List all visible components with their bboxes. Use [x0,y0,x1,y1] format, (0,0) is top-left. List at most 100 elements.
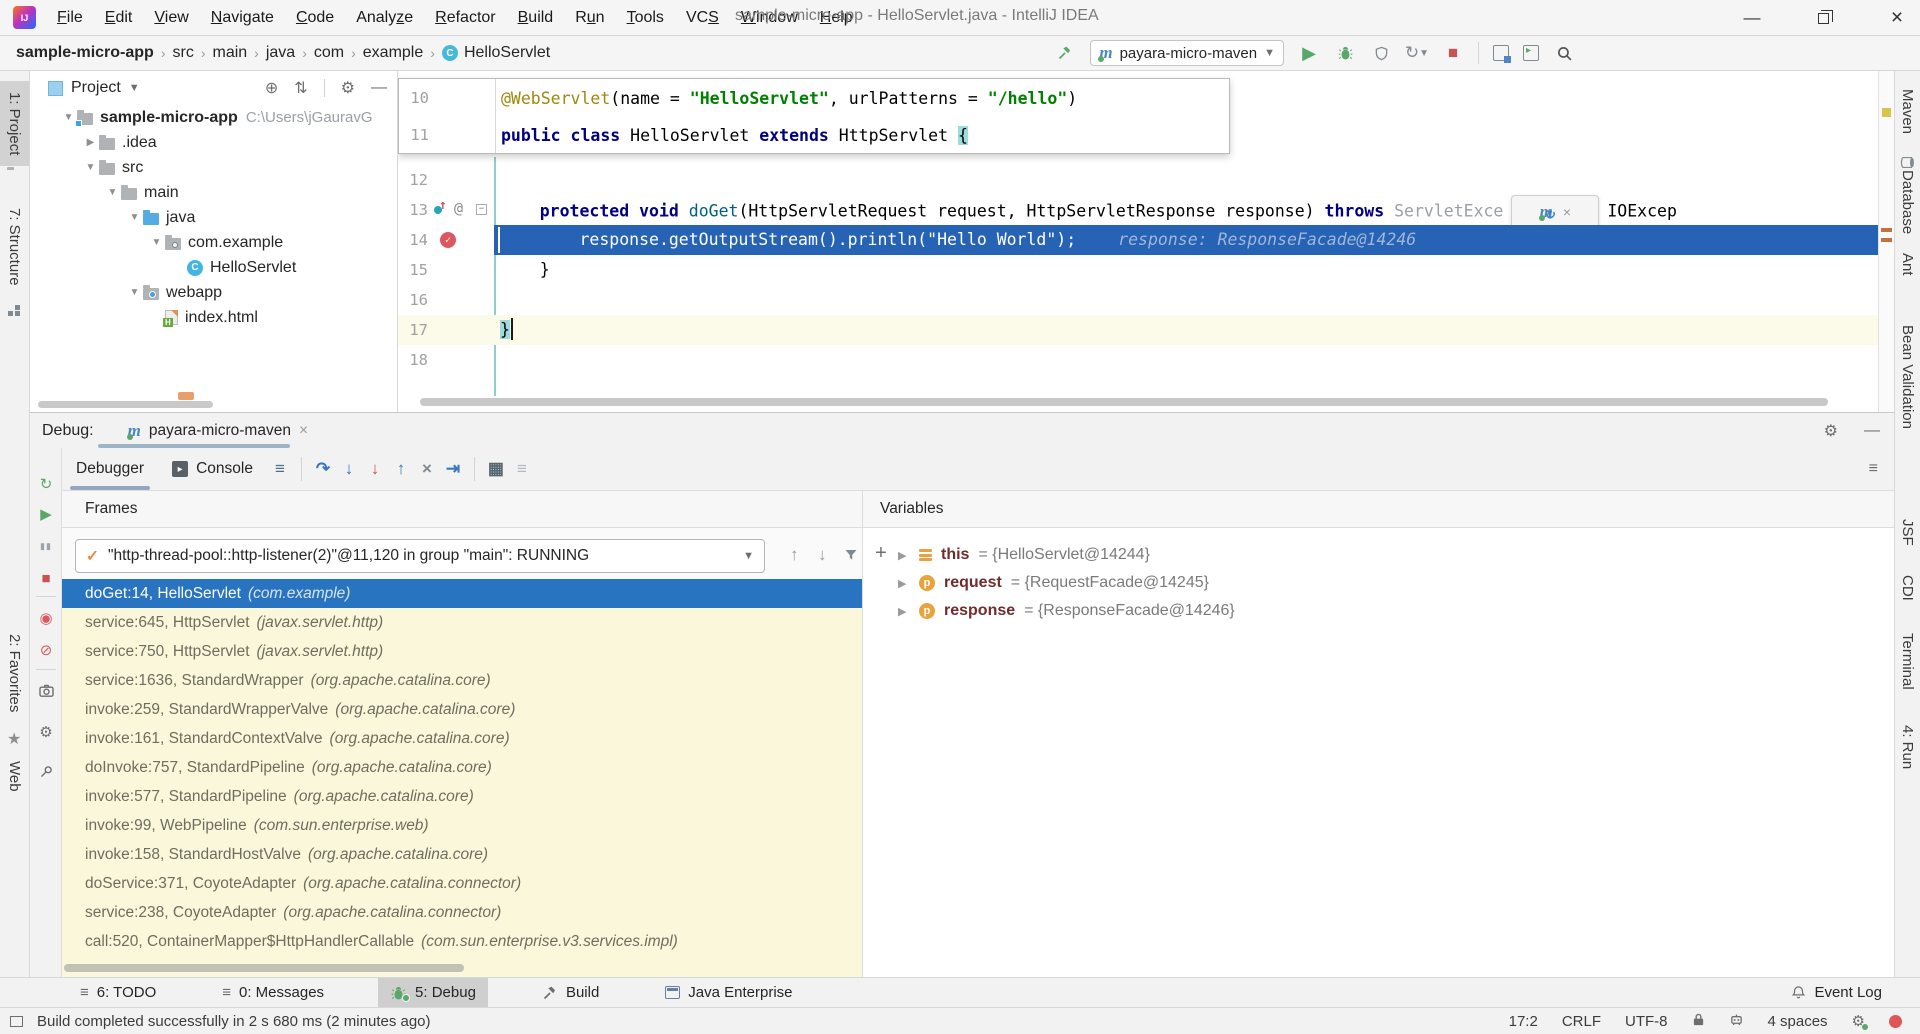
editor-hscrollbar[interactable] [420,398,1828,406]
resume-icon[interactable]: ▶ [30,501,62,527]
locate-icon[interactable]: ⊕ [265,78,278,98]
code-line-15[interactable]: 15 } [398,255,1878,285]
force-step-into-icon[interactable]: ↓ [362,459,388,479]
run-config-select[interactable]: mpayara-micro-maven▼ [1090,40,1284,66]
stripe-tab-cdi[interactable]: CDI [1895,569,1920,607]
maven-reload-icon[interactable]: m [1540,206,1553,218]
breadcrumb-class[interactable]: HelloServlet [464,44,550,62]
tree-item-webapp[interactable]: ▼webapp [30,280,397,305]
project-hscrollbar[interactable] [38,401,213,408]
indent-setting[interactable]: 4 spaces [1768,1013,1828,1030]
stripe-tab-4-run[interactable]: 4: Run [1895,719,1920,775]
frame-row[interactable]: service:750, HttpServlet(javax.servlet.h… [62,637,862,666]
fold-icon[interactable]: − [476,204,487,215]
stripe-tab-structure[interactable]: 7: Structure [0,201,29,293]
close-icon[interactable]: × [1563,197,1571,227]
tree-expand-arrow[interactable]: ▼ [126,287,143,298]
lock-icon[interactable] [1692,1012,1705,1031]
toolwindow-button--todo[interactable]: ≡6: TODO [68,978,168,1007]
add-watch-icon[interactable]: + [869,541,893,565]
expand-arrow-icon[interactable]: ▶ [898,605,910,618]
menu-refactor[interactable]: Refactor [424,9,506,27]
settings-gear-icon[interactable]: ⚙ [30,719,62,745]
warning-stripe-mark[interactable] [1882,108,1891,117]
coverage-button[interactable] [1370,42,1392,64]
menu-run[interactable]: Run [564,9,615,27]
toolwindow-button--messages[interactable]: ≡0: Messages [210,978,336,1007]
gear-green-dot-icon[interactable]: ⚙ [1852,1012,1865,1030]
frame-row[interactable]: service:1636, StandardWrapper(org.apache… [62,666,862,695]
tree-item-com-example[interactable]: ▼com.example [30,230,397,255]
file-encoding[interactable]: UTF-8 [1625,1013,1668,1030]
menu-file[interactable]: File [46,9,94,27]
menu-edit[interactable]: Edit [94,9,144,27]
pause-icon[interactable]: ▮▮ [30,533,62,559]
stripe-tab-database[interactable]: Database [1895,149,1920,240]
step-over-icon[interactable]: ↷ [310,459,336,479]
variable-row-response[interactable]: ▶presponse = {ResponseFacade@14246} [898,597,1235,625]
tree-item-java[interactable]: ▼java [30,205,397,230]
frame-row[interactable]: invoke:577, StandardPipeline(org.apache.… [62,782,862,811]
debug-session-tab[interactable]: m payara-micro-maven × [122,413,314,448]
step-into-icon[interactable]: ↓ [336,459,362,479]
tree-expand-arrow[interactable]: ▼ [104,187,121,198]
stripe-tab-jsf[interactable]: JSF [1895,513,1920,552]
menu-vcs[interactable]: VCS [675,9,730,27]
tree-expand-arrow[interactable]: ▼ [126,212,143,223]
expand-arrow-icon[interactable]: ▶ [898,549,910,562]
project-view-title[interactable]: Project [71,79,121,97]
restore-button[interactable] [1806,4,1840,32]
menu-navigate[interactable]: Navigate [200,9,285,27]
code-line-17[interactable]: 17} [398,315,1878,345]
tree-item-src[interactable]: ▼src [30,155,397,180]
event-log-button[interactable]: Event Log [1791,978,1882,1007]
collapse-all-icon[interactable]: ⇅ [294,78,307,98]
tab-console[interactable]: ▸Console [158,448,267,490]
pin-icon[interactable] [30,758,62,784]
tree-expand-arrow[interactable]: ▼ [148,237,165,248]
tree-expand-arrow[interactable]: ▼ [82,162,99,173]
robot-icon[interactable] [1729,1012,1744,1031]
stripe-tab-ant[interactable]: Ant [1895,247,1920,282]
frame-row[interactable]: invoke:99, WebPipeline(com.sun.enterpris… [62,811,862,840]
gear-icon[interactable]: ⚙ [341,78,355,98]
stripe-tab-terminal[interactable]: Terminal [1895,627,1920,696]
profiler-button[interactable]: ↻▼ [1406,42,1428,64]
toolwindow-button-java-enterprise[interactable]: Java Enterprise [653,978,804,1007]
filter-funnel-icon[interactable] [844,547,858,567]
breakpoint-icon[interactable]: ✓ [440,232,456,248]
breadcrumb-item[interactable]: com [314,44,344,62]
stop-button[interactable]: ■ [1442,42,1464,64]
breadcrumb-item[interactable]: java [266,44,295,62]
menu-build[interactable]: Build [507,9,565,27]
run-button[interactable]: ▶ [1298,42,1320,64]
breadcrumb-item[interactable]: src [172,44,193,62]
evaluate-expression-icon[interactable]: ▦ [483,459,509,479]
expand-arrow-icon[interactable]: ▶ [898,577,910,590]
frame-row[interactable]: doGet:14, HelloServlet(com.example) [62,579,862,608]
frame-row[interactable]: doInvoke:757, StandardPipeline(org.apach… [62,753,862,782]
tree-item-index-html[interactable]: index.html [30,305,397,330]
status-message[interactable]: Build completed successfully in 2 s 680 … [37,1013,431,1030]
frame-row[interactable]: invoke:259, StandardWrapperValve(org.apa… [62,695,862,724]
code-line-16[interactable]: 16 [398,285,1878,315]
frame-row[interactable]: service:645, HttpServlet(javax.servlet.h… [62,608,862,637]
stripe-mark[interactable] [1881,228,1892,232]
menu-code[interactable]: Code [285,9,345,27]
settings-menu-icon[interactable]: ≡ [267,459,293,479]
menu-tools[interactable]: Tools [616,9,675,27]
toolwindows-icon[interactable] [1523,45,1539,61]
toolwindow-button--debug[interactable]: 5: Debug [378,978,488,1007]
code-editor[interactable]: 1213↑@− protected void doGet(HttpServlet… [398,71,1878,412]
gear-icon[interactable]: ⚙ [1824,421,1838,441]
stripe-mark[interactable] [1881,238,1892,242]
run-manager-icon[interactable] [1493,45,1509,61]
layout-settings-icon[interactable]: ≡ [509,459,535,479]
frame-row[interactable]: service:238, CoyoteAdapter(org.apache.ca… [62,898,862,927]
hide-panel-icon[interactable]: — [371,79,387,97]
stripe-tab-project[interactable]: 1: Project [0,81,29,166]
stripe-tab-web[interactable]: Web [0,755,29,797]
run-to-cursor-icon[interactable]: ⇥ [440,459,466,479]
frames-hscrollbar[interactable] [64,964,464,972]
thread-dump-camera-icon[interactable] [30,678,62,704]
